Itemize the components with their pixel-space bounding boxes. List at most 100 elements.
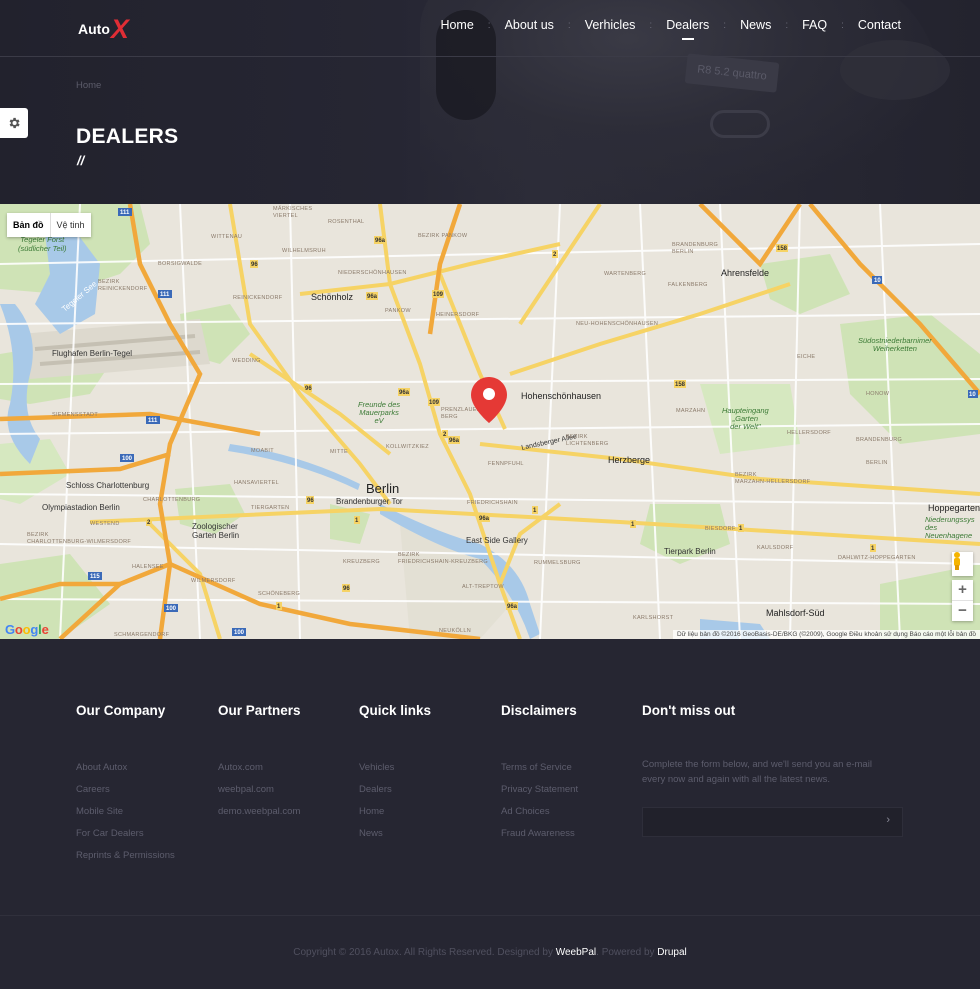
- nav-separator: :: [487, 19, 491, 31]
- nav-separator: :: [649, 19, 653, 31]
- page-title-mark: //: [77, 153, 85, 168]
- nav-separator: :: [723, 19, 727, 31]
- map-district-biesdorf: BIESDORF: [705, 526, 736, 532]
- footer-link[interactable]: Careers: [76, 779, 175, 801]
- footer-col-quick-links: Quick links Vehicles Dealers Home News: [359, 703, 431, 845]
- dealer-map[interactable]: 111 111 111 100 115 100 100 10 10 96a 96…: [0, 204, 980, 639]
- map-pin-icon: [471, 377, 507, 423]
- map-label-hohenschonhausen: Hohenschönhausen: [521, 391, 602, 401]
- pegman-icon: [954, 552, 960, 570]
- map-label-mauerpark: Freunde des Mauerparks eV: [358, 400, 401, 425]
- map-label-tegeler-forst: Tegeler Forst (südlicher Teil): [18, 235, 67, 253]
- map-district-rummelsburg: RUMMELSBURG: [534, 560, 581, 566]
- nav-about[interactable]: About us: [503, 18, 556, 32]
- google-logo[interactable]: Google: [5, 622, 49, 637]
- footer-link[interactable]: Vehicles: [359, 757, 431, 779]
- map-district-hansaviertel: HANSAVIERTEL: [234, 480, 279, 486]
- footer-link[interactable]: weebpal.com: [218, 779, 301, 801]
- nav-faq[interactable]: FAQ: [800, 18, 829, 32]
- hero-banner: R8 5.2 quattro Auto X Home : About us : …: [0, 0, 980, 204]
- map-type-satellite-button[interactable]: Vệ tinh: [51, 213, 91, 237]
- map-district-honow: HONOW: [866, 391, 890, 397]
- nav-separator: :: [785, 19, 789, 31]
- nav-vehicles[interactable]: Verhicles: [583, 18, 638, 32]
- map-label-hoppegarten: Hoppegarten: [928, 503, 980, 513]
- svg-text:100: 100: [234, 630, 245, 636]
- map-label-herzberge: Herzberge: [608, 455, 651, 465]
- svg-text:96a: 96a: [479, 516, 490, 522]
- map-district-wilhelmsruh: WILHELMSRUH: [282, 248, 326, 254]
- footer-col-title: Our Partners: [218, 703, 301, 718]
- footer-link[interactable]: For Car Dealers: [76, 823, 175, 845]
- svg-text:96: 96: [305, 386, 312, 392]
- map-type-map-button[interactable]: Bản đồ: [7, 213, 51, 237]
- svg-text:109: 109: [429, 400, 440, 406]
- map-district-wittenau: WITTENAU: [211, 234, 243, 240]
- map-district-wedding: WEDDING: [232, 358, 261, 364]
- settings-toggle[interactable]: [0, 108, 28, 138]
- nav-contact[interactable]: Contact: [856, 18, 903, 32]
- svg-text:100: 100: [166, 606, 177, 612]
- designer-link[interactable]: WeebPal: [556, 947, 596, 958]
- footer-link[interactable]: Home: [359, 801, 431, 823]
- footer-col-company: Our Company About Autox Careers Mobile S…: [76, 703, 175, 867]
- map-district-karlshorst: KARLSHORST: [633, 615, 674, 621]
- zoom-out-button[interactable]: −: [952, 601, 973, 621]
- street-view-pegman[interactable]: [952, 552, 973, 576]
- footer-link[interactable]: Ad Choices: [501, 801, 578, 823]
- map-district-pankow: PANKOW: [385, 308, 411, 314]
- footer-col-partners: Our Partners Autox.com weebpal.com demo.…: [218, 703, 301, 823]
- copyright-prefix: Copyright © 2016 Autox. All Rights Reser…: [293, 947, 556, 958]
- map-label-berlin: Berlin: [366, 481, 400, 496]
- map-district-neukolln: NEUKÖLLN: [439, 628, 472, 634]
- map-district-wartenberg: WARTENBERG: [604, 271, 647, 277]
- newsletter-email-input[interactable]: [643, 808, 863, 836]
- map-district-marzahn: MARZAHN: [676, 408, 706, 414]
- map-label-tegel: Flughafen Berlin-Tegel: [52, 349, 133, 358]
- svg-text:96: 96: [251, 262, 258, 268]
- footer-link[interactable]: Privacy Statement: [501, 779, 578, 801]
- footer-col-disclaimers: Disclaimers Terms of Service Privacy Sta…: [501, 703, 578, 845]
- footer-link[interactable]: demo.weebpal.com: [218, 801, 301, 823]
- map-district-falkenberg: FALKENBERG: [668, 282, 708, 288]
- svg-text:96a: 96a: [449, 438, 460, 444]
- footer-link[interactable]: Terms of Service: [501, 757, 578, 779]
- svg-text:96a: 96a: [507, 604, 518, 610]
- svg-text:10: 10: [969, 392, 976, 398]
- newsletter-title: Don't miss out: [642, 703, 736, 718]
- footer-link[interactable]: About Autox: [76, 757, 175, 779]
- svg-text:158: 158: [675, 382, 686, 388]
- svg-text:10: 10: [874, 278, 881, 284]
- map-district-brandenburg-berlin: BRANDENBURG BERLIN: [672, 242, 719, 255]
- footer-link[interactable]: News: [359, 823, 431, 845]
- map-district-brandenburg: BRANDENBURG: [856, 437, 903, 443]
- map-district-bez-cw: BEZIRK CHARLOTTENBURG-WILMERSDORF: [27, 532, 132, 545]
- svg-text:96: 96: [307, 498, 314, 504]
- footer-link[interactable]: Fraud Awareness: [501, 823, 578, 845]
- footer-col-title: Our Company: [76, 703, 166, 718]
- breadcrumb[interactable]: Home: [76, 80, 101, 91]
- nav-home[interactable]: Home: [438, 18, 475, 32]
- map-attribution[interactable]: Dữ liệu bản đồ ©2016 GeoBasis-DE/BKG (©2…: [672, 630, 980, 639]
- footer-link[interactable]: Dealers: [359, 779, 431, 801]
- footer-link[interactable]: Reprints & Permissions: [76, 845, 175, 867]
- footer-divider: [0, 915, 980, 916]
- zoom-in-button[interactable]: +: [952, 580, 973, 600]
- map-district-eiche: EICHE: [797, 354, 816, 360]
- nav-dealers[interactable]: Dealers: [664, 18, 711, 40]
- map-district-mitte: MITTE: [330, 449, 348, 455]
- map-district-bez-pankow: BEZIRK PANKOW: [418, 233, 468, 239]
- map-label-ahrensfelde: Ahrensfelde: [721, 268, 770, 278]
- footer: Our Company About Autox Careers Mobile S…: [0, 639, 980, 989]
- platform-link[interactable]: Drupal: [657, 947, 686, 958]
- footer-link[interactable]: Autox.com: [218, 757, 301, 779]
- exhaust-shape: [710, 110, 770, 138]
- svg-text:111: 111: [148, 418, 158, 424]
- svg-text:96a: 96a: [399, 390, 410, 396]
- logo[interactable]: Auto X: [78, 15, 129, 43]
- newsletter-submit-button[interactable]: ›: [886, 814, 890, 826]
- newsletter-description: Complete the form below, and we'll send …: [642, 759, 872, 785]
- footer-link[interactable]: Mobile Site: [76, 801, 175, 823]
- nav-news[interactable]: News: [738, 18, 773, 32]
- map-district-kaulsdorf: KAULSDORF: [757, 545, 794, 551]
